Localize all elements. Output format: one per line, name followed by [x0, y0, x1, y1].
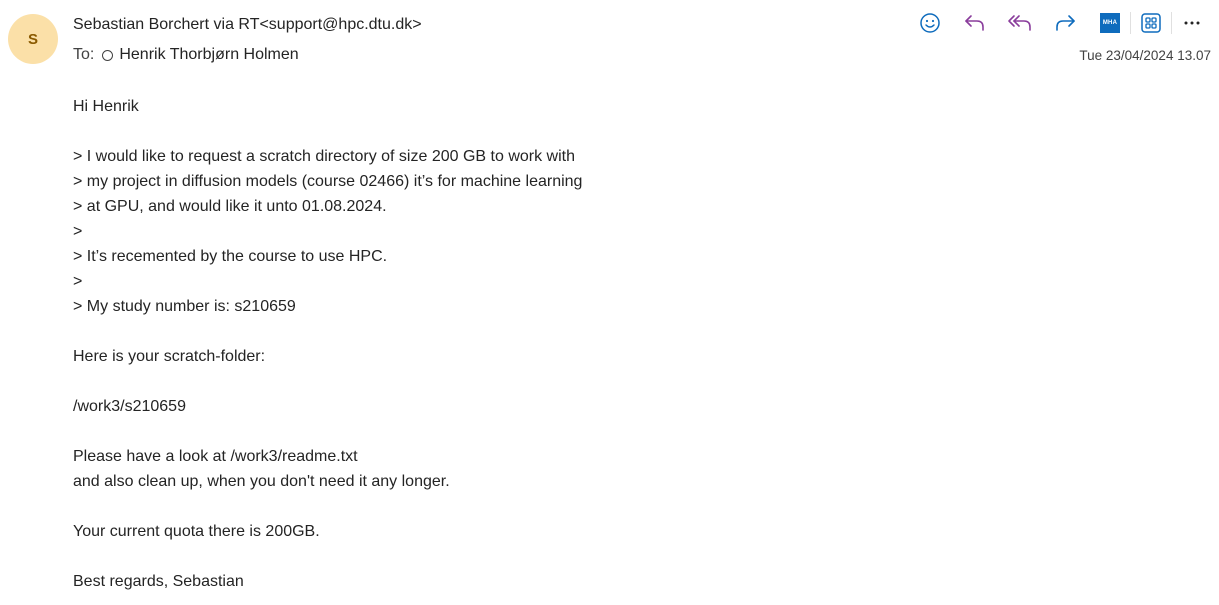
message-header-analyzer-icon: MHA [1100, 13, 1120, 33]
message-body: Hi Henrik > I would like to request a sc… [73, 94, 1173, 594]
message-header-analyzer-button[interactable]: MHA [1094, 8, 1126, 38]
body-line: > my project in diffusion models (course… [73, 173, 583, 190]
apps-button[interactable] [1135, 8, 1167, 38]
body-line: Please have a look at /work3/readme.txt [73, 448, 358, 465]
to-label: To: [73, 46, 95, 63]
body-line [73, 419, 1173, 444]
body-line [73, 319, 1173, 344]
reply-button[interactable] [959, 8, 991, 38]
avatar[interactable]: S [8, 14, 58, 64]
presence-status-icon [102, 49, 114, 61]
message-toolbar: MHA [914, 8, 1208, 38]
more-icon [1184, 21, 1200, 25]
message-date: Tue 23/04/2024 13.07 [1079, 48, 1211, 63]
body-line: Here is your scratch-folder: [73, 348, 266, 365]
body-line [73, 494, 1173, 519]
body-line [73, 119, 1173, 144]
body-line: Best regards, Sebastian [73, 573, 244, 590]
body-line: > I would like to request a scratch dire… [73, 148, 575, 165]
sender-name[interactable]: Sebastian Borchert via RT<support@hpc.dt… [73, 14, 422, 36]
body-line: > It’s recemented by the course to use H… [73, 248, 388, 265]
smiley-icon [920, 13, 940, 33]
body-line: /work3/s210659 [73, 398, 186, 415]
toolbar-divider [1171, 12, 1172, 34]
toolbar-divider [1130, 12, 1131, 34]
react-button[interactable] [914, 8, 946, 38]
body-line: and also clean up, when you don't need i… [73, 473, 450, 490]
body-line: Your current quota there is 200GB. [73, 523, 320, 540]
forward-button[interactable] [1049, 8, 1081, 38]
recipient-name[interactable]: Henrik Thorbjørn Holmen [119, 44, 298, 66]
body-line: > [73, 223, 83, 240]
body-line: Hi Henrik [73, 98, 139, 115]
body-line [73, 544, 1173, 569]
body-line [73, 369, 1173, 394]
more-actions-button[interactable] [1176, 8, 1208, 38]
body-line: > at GPU, and would like it unto 01.08.2… [73, 198, 387, 215]
reply-all-icon [1008, 15, 1031, 31]
recipients-line: To: Henrik Thorbjørn Holmen [73, 44, 299, 66]
body-line: > [73, 273, 83, 290]
reply-icon [965, 15, 984, 31]
body-line: > My study number is: s210659 [73, 298, 296, 315]
reply-all-button[interactable] [1004, 8, 1036, 38]
apps-icon [1141, 13, 1161, 33]
forward-icon [1056, 15, 1075, 31]
